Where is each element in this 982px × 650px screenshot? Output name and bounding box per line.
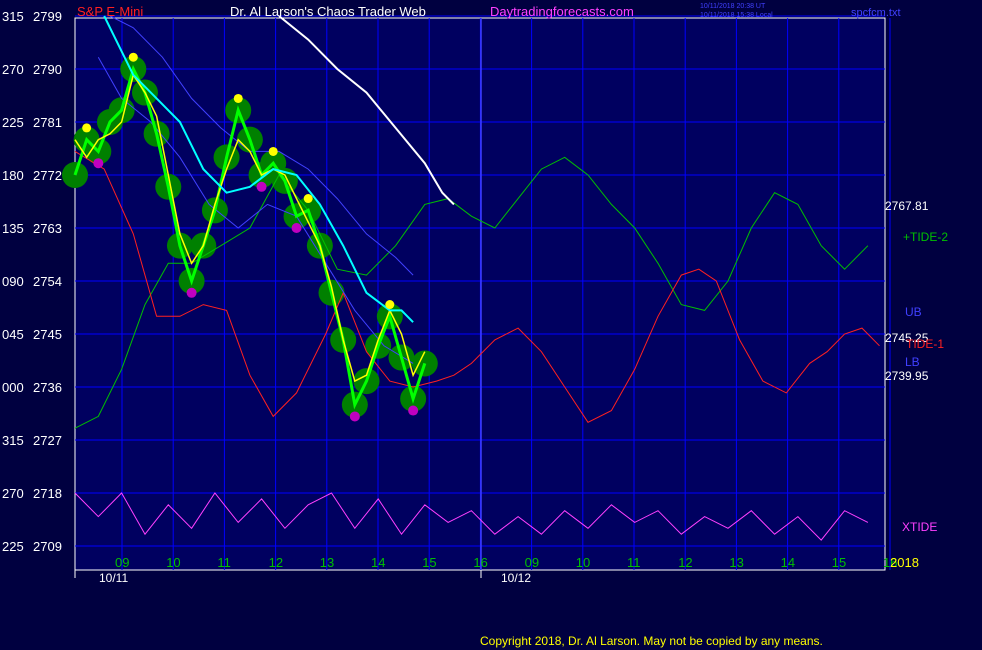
- series-label-xtide: XTIDE: [902, 520, 937, 534]
- y-tick-price: 2745: [33, 327, 62, 342]
- x-date-label: 10/12: [501, 571, 531, 585]
- header-timestamp-local: 10/11/2018 15:38 Local: [700, 12, 773, 19]
- y-tick-price: 2790: [33, 62, 62, 77]
- header-file: spcfcm.txt: [851, 7, 901, 19]
- x-tick-hour: 12: [678, 555, 692, 570]
- header-site[interactable]: Daytradingforecasts.com: [490, 4, 634, 19]
- header-title: Dr. Al Larson's Chaos Trader Web: [230, 4, 426, 19]
- y-tick-price: 2781: [33, 115, 62, 130]
- chart-canvas: 315 2799 270 2790 225 2781 180 2772 135 2763 090 27…: [2, 3, 948, 648]
- low-marker: [291, 223, 302, 233]
- y-tick-angle: 315: [2, 433, 24, 448]
- y-tick-angle: 045: [2, 327, 24, 342]
- x-tick-hour: 09: [525, 555, 539, 570]
- low-marker: [93, 158, 104, 169]
- high-marker: [233, 93, 243, 103]
- y-tick-angle: 090: [2, 274, 24, 289]
- high-marker: [128, 52, 138, 62]
- x-tick-hour: 11: [627, 555, 641, 570]
- low-marker: [349, 411, 360, 422]
- high-marker: [385, 300, 395, 310]
- series-label-lb: LB: [905, 355, 920, 369]
- high-marker: [268, 146, 278, 156]
- x-tick-hour: 11: [217, 555, 231, 570]
- high-marker: [303, 194, 313, 204]
- x-tick-hour: 10: [576, 555, 590, 570]
- series-label-tide1: TIDE-1: [906, 337, 944, 351]
- x-tick-hour: 13: [320, 555, 334, 570]
- x-tick-hour: 16: [473, 555, 487, 570]
- x-tick-hour: 12: [269, 555, 283, 570]
- y-tick-angle: 270: [2, 486, 24, 501]
- y-tick-price: 2736: [33, 380, 62, 395]
- y-tick-angle: 000: [2, 380, 24, 395]
- y-tick-angle: 135: [2, 221, 24, 236]
- low-marker: [408, 405, 419, 416]
- low-marker: [256, 181, 267, 192]
- x-tick-hour: 15: [422, 555, 436, 570]
- y-tick-price: 2727: [33, 433, 62, 448]
- x-tick-hour: 14: [371, 555, 385, 570]
- header-timestamp-ut: 10/11/2018 20:38 UT: [700, 3, 766, 10]
- x-tick-hour: 14: [781, 555, 795, 570]
- x-tick-hour: 09: [115, 555, 129, 570]
- low-marker: [186, 287, 197, 298]
- high-marker: [82, 123, 92, 133]
- y-tick-angle: 315: [2, 9, 24, 24]
- series-label-tide2: +TIDE-2: [903, 230, 948, 244]
- x-tick-hour: 15: [832, 555, 846, 570]
- price-readout: 2739.95: [885, 369, 929, 383]
- y-tick-price: 2718: [33, 486, 62, 501]
- y-tick-angle: 225: [2, 539, 24, 554]
- series-label-ub: UB: [905, 305, 922, 319]
- x-date-label: 10/11: [99, 571, 128, 585]
- y-tick-price: 2772: [33, 168, 62, 183]
- x-tick-hour: 13: [729, 555, 743, 570]
- y-tick-price: 2799: [33, 9, 62, 24]
- y-tick-price: 2754: [33, 274, 62, 289]
- header-symbol: S&P E-Mini: [77, 4, 143, 19]
- y-tick-angle: 180: [2, 168, 24, 183]
- y-tick-angle: 270: [2, 62, 24, 77]
- year-label: 2018: [890, 555, 919, 570]
- copyright: Copyright 2018, Dr. Al Larson. May not b…: [480, 634, 823, 648]
- y-tick-angle: 225: [2, 115, 24, 130]
- x-tick-hour: 10: [166, 555, 180, 570]
- y-tick-price: 2763: [33, 221, 62, 236]
- price-readout: 2767.81: [885, 199, 929, 213]
- y-tick-price: 2709: [33, 539, 62, 554]
